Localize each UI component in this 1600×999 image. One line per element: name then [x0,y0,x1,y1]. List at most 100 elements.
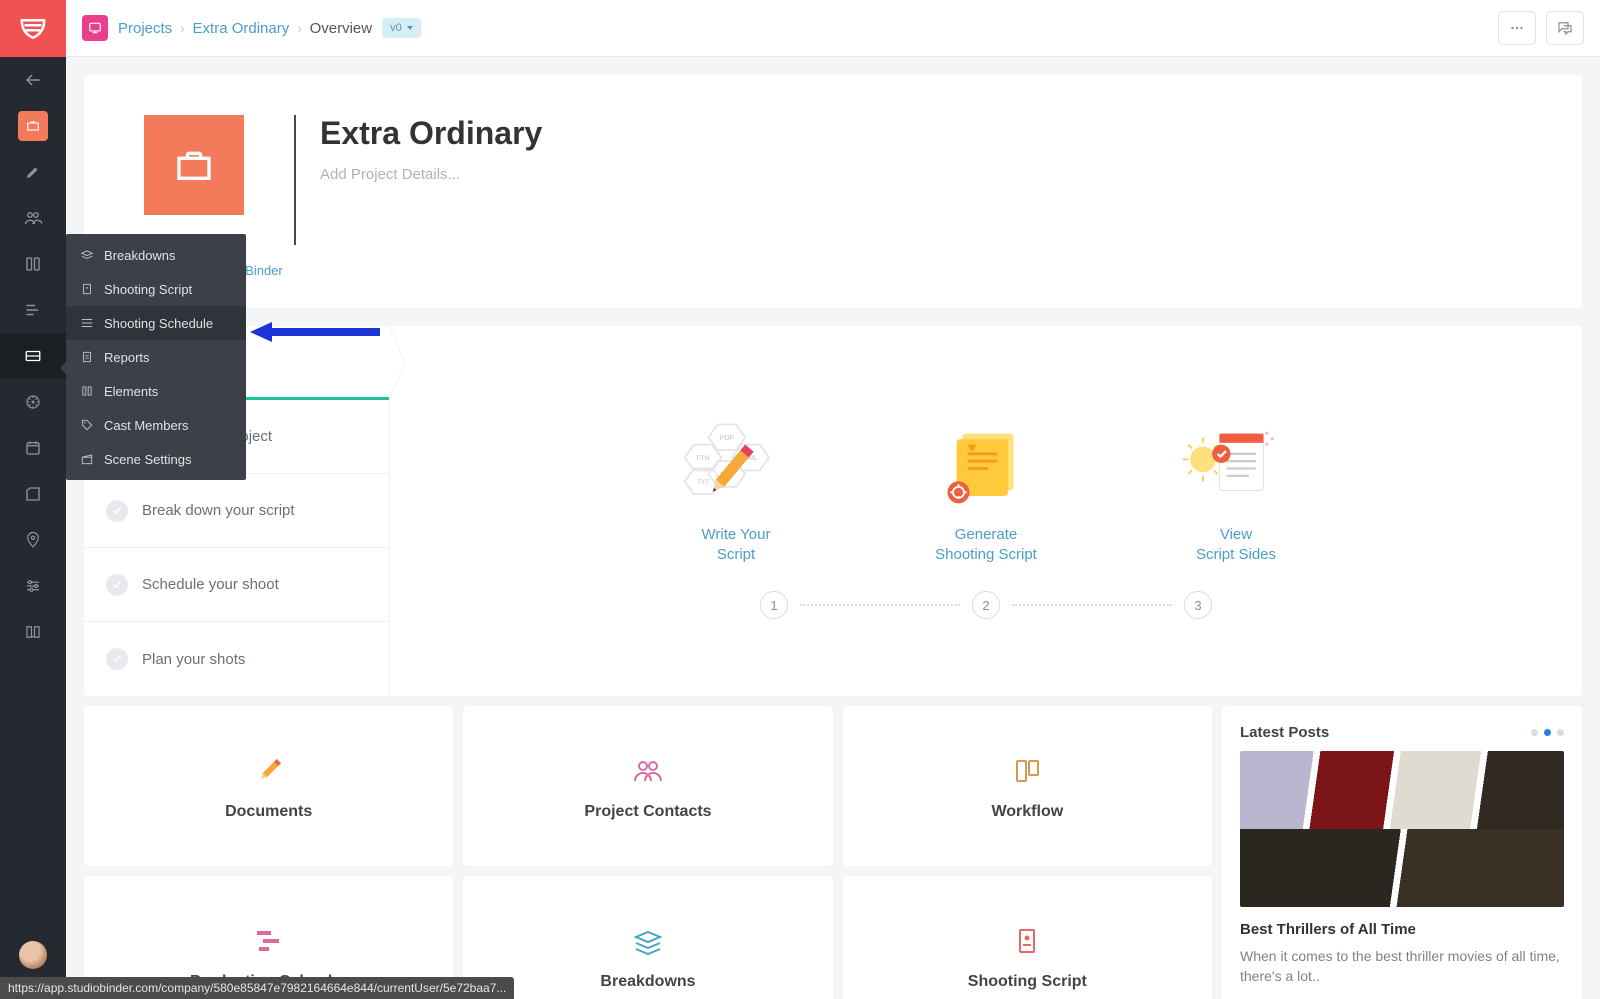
nav-shotlist[interactable] [0,379,66,425]
project-title: Extra Ordinary [320,115,542,152]
submenu-scene-settings[interactable]: Scene Settings [66,442,246,476]
card-generate-shooting-script[interactable]: Generate Shooting Script [911,413,1061,566]
step-number-row: 1 2 3 [760,591,1212,619]
app-logo[interactable] [0,0,66,57]
document-icon [80,282,94,296]
card-project-contacts[interactable]: Project Contacts [463,706,832,866]
card-label: Project Contacts [584,803,711,821]
app-sidebar: Made By [0,0,66,999]
card-breakdowns[interactable]: Breakdowns [463,876,832,999]
svg-text:FTN: FTN [697,455,710,462]
submenu-label: Shooting Schedule [104,316,213,331]
check-icon [106,500,128,522]
svg-text:TXT: TXT [697,479,709,486]
card-view-script-sides[interactable]: View Script Sides [1161,413,1311,566]
write-script-illustration: PDF FTN XML FDX TXT [681,413,791,513]
svg-text:PDF: PDF [719,433,734,442]
breadcrumb-project[interactable]: Extra Ordinary [193,20,290,37]
owner-row: Owned By Tyler Binder [144,263,1522,278]
carousel-dots[interactable] [1531,729,1564,736]
card-caption-line2: Shooting Script [935,546,1037,563]
submenu-elements[interactable]: Elements [66,374,246,408]
submenu-label: Scene Settings [104,452,191,467]
card-caption-line1: View [1220,526,1252,543]
step-label: Schedule your shoot [142,576,279,593]
project-header-panel: Extra Ordinary Add Project Details... Ow… [84,75,1582,308]
more-button[interactable] [1498,11,1536,45]
card-documents[interactable]: Documents [84,706,453,866]
nav-boards[interactable] [0,241,66,287]
contacts-icon [632,751,664,791]
step-number: 3 [1184,591,1212,619]
submenu-cast-members[interactable]: Cast Members [66,408,246,442]
check-icon [106,574,128,596]
submenu-breakdowns[interactable]: Breakdowns [66,238,246,272]
nav-settings[interactable] [0,563,66,609]
nav-contacts[interactable] [0,195,66,241]
nav-workflow[interactable] [0,287,66,333]
add-project-details[interactable]: Add Project Details... [320,166,542,183]
card-shooting-script[interactable]: Shooting Script [843,876,1212,999]
version-selector[interactable]: v0 [382,18,421,38]
elements-icon [80,384,94,398]
card-workflow[interactable]: Workflow [843,706,1212,866]
nav-locations[interactable] [0,517,66,563]
step-number: 2 [972,591,1000,619]
submenu-label: Cast Members [104,418,189,433]
latest-posts-heading: Latest Posts [1240,724,1329,741]
page-content: Extra Ordinary Add Project Details... Ow… [66,57,1600,999]
card-caption-line2: Script [717,546,755,563]
script-sides-illustration [1181,413,1291,513]
script-card: Script Upload your project Break down yo… [84,326,1582,696]
submenu-label: Reports [104,350,150,365]
latest-post-image[interactable] [1240,751,1564,907]
clapper-icon [80,452,94,466]
chevron-right-icon: › [180,21,184,36]
submenu-label: Elements [104,384,158,399]
document-icon [1011,921,1043,961]
breadcrumb: Projects › Extra Ordinary › Overview [118,20,372,37]
card-label: Breakdowns [600,973,695,991]
step-number: 1 [760,591,788,619]
nav-back[interactable] [0,57,66,103]
chevron-right-icon: › [297,21,301,36]
card-label: Shooting Script [968,973,1087,991]
stack-icon [80,248,94,262]
latest-posts-card: Latest Posts Best Thrillers of All Time … [1222,706,1582,999]
gantt-icon [253,921,285,961]
card-caption-line1: Generate [955,526,1018,543]
workflow-icon [1011,751,1043,791]
latest-post-snippet: When it comes to the best thriller movie… [1240,946,1564,987]
nav-write[interactable] [0,149,66,195]
nav-schedule[interactable] [0,333,66,379]
nav-documents[interactable] [0,471,66,517]
feature-grid: Documents Project Contacts Workflow Late… [84,706,1582,999]
submenu-shooting-schedule[interactable]: Shooting Schedule [66,306,246,340]
latest-post-title[interactable]: Best Thrillers of All Time [1240,921,1564,938]
card-write-script[interactable]: PDF FTN XML FDX TXT [661,413,811,566]
step-breakdown[interactable]: Break down your script [84,474,389,548]
step-label: Break down your script [142,502,295,519]
nav-calendar[interactable] [0,425,66,471]
comments-button[interactable] [1546,11,1584,45]
user-avatar[interactable] [19,941,47,969]
submenu-reports[interactable]: Reports [66,340,246,374]
submenu-shooting-script[interactable]: Shooting Script [66,272,246,306]
card-label: Documents [225,803,312,821]
nav-library[interactable] [0,609,66,655]
project-thumbnail[interactable] [144,115,244,215]
breadcrumb-projects[interactable]: Projects [118,20,172,37]
card-caption-line2: Script Sides [1196,546,1276,563]
reports-icon [80,350,94,364]
check-icon [106,648,128,670]
step-plan-shots[interactable]: Plan your shots [84,622,389,696]
breadcrumb-current: Overview [310,20,373,37]
schedule-icon [80,316,94,330]
breadcrumb-project-icon[interactable] [82,15,108,41]
step-schedule[interactable]: Schedule your shoot [84,548,389,622]
step-label: Plan your shots [142,651,245,668]
submenu-label: Breakdowns [104,248,176,263]
pencil-icon [253,751,285,791]
shooting-script-illustration [931,413,1041,513]
nav-project-home[interactable] [0,103,66,149]
